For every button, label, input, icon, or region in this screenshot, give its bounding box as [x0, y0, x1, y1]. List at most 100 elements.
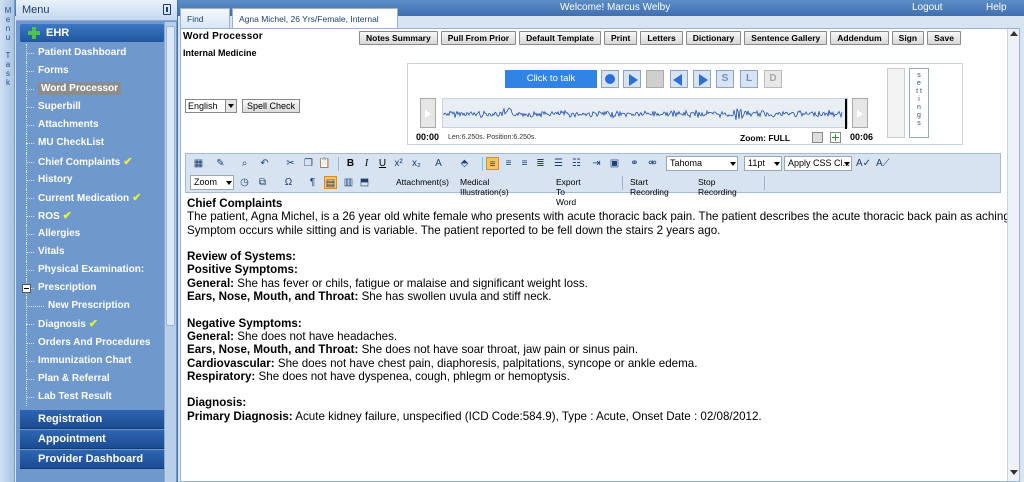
italic-icon[interactable]: I [360, 157, 373, 170]
sign-button[interactable]: Sign [891, 31, 925, 45]
sidebar-item[interactable]: Patient Dashboard [22, 44, 164, 63]
ehr-section[interactable]: EHR [20, 24, 164, 42]
subscript-icon[interactable]: x₂ [410, 157, 423, 170]
indent-icon[interactable]: ⇥ [590, 157, 603, 170]
zoom-in-button[interactable] [830, 132, 841, 143]
sidebar-item[interactable]: Chief Complaints ✔ [22, 152, 164, 171]
sidebar-item[interactable]: Immunization Chart [22, 351, 164, 370]
template-icon[interactable]: ⧉ [256, 176, 269, 189]
spellcheck-icon[interactable]: A✓ [856, 157, 871, 170]
sidebar-item[interactable]: Diagnosis ✔ [22, 315, 164, 334]
find-icon[interactable]: ⌕ [238, 157, 251, 170]
panel-scrollbar[interactable] [1007, 29, 1019, 481]
sidebar-scrollbar[interactable] [164, 22, 176, 482]
sidebar-item[interactable]: ROS ✔ [22, 206, 164, 226]
font-size-select[interactable]: 11pt [744, 156, 782, 171]
bold-icon[interactable]: B [344, 157, 357, 170]
sidebar-item[interactable]: Physical Examination: [22, 261, 164, 280]
paint-icon[interactable]: ✎ [214, 157, 227, 170]
spell-check-button[interactable]: Spell Check [242, 99, 301, 113]
align-center-icon[interactable]: ≡ [502, 157, 515, 170]
sidebar-item[interactable]: Prescription [22, 279, 164, 298]
sentence-gallery-button[interactable]: Sentence Gallery [744, 31, 828, 45]
omega-icon[interactable]: Ω [282, 176, 295, 189]
edit-mode-icon[interactable]: ▤ [324, 176, 337, 189]
waveform-right-button[interactable] [852, 98, 868, 128]
addendum-button[interactable]: Addendum [830, 31, 889, 45]
sidebar-item[interactable]: Word Processor [22, 80, 164, 99]
sidebar-item[interactable]: Orders And Procedures [22, 333, 164, 352]
volume-slider[interactable] [887, 68, 905, 138]
document-editor[interactable]: Chief Complaints The patient, Agna Miche… [187, 197, 1013, 423]
notes-icon[interactable]: ▥ [342, 176, 355, 189]
justify-icon[interactable]: ≣ [534, 157, 547, 170]
dictionary-button[interactable]: Dictionary [685, 31, 742, 45]
undo-icon[interactable]: ↶ [258, 157, 271, 170]
copy-icon[interactable]: ❐ [302, 157, 315, 170]
l-button[interactable]: L [740, 70, 758, 88]
pull-from-prior-button[interactable]: Pull From Prior [440, 31, 517, 45]
medical-illustrations-link[interactable]: Medical Illustration(s) [460, 177, 509, 197]
link-icon[interactable]: ⚭ [628, 157, 641, 170]
letters-button[interactable]: Letters [640, 31, 683, 45]
d-button[interactable]: D [764, 70, 782, 88]
paragraph-icon[interactable]: ¶ [306, 176, 319, 189]
chevron-down-icon[interactable] [225, 100, 236, 112]
align-left-icon[interactable]: ≡ [486, 157, 499, 170]
css-class-select[interactable]: Apply CSS Cl... [784, 156, 852, 171]
record-icon[interactable] [601, 70, 619, 88]
ordered-list-icon[interactable]: ☰ [552, 157, 565, 170]
sidebar-item[interactable]: Lab Test Result [22, 387, 164, 406]
stop-icon[interactable] [646, 70, 664, 88]
cut-icon[interactable]: ✂ [284, 157, 297, 170]
sidebar-item[interactable]: History [22, 170, 164, 189]
sidebar-item[interactable]: Allergies [22, 224, 164, 244]
language-select[interactable]: English [185, 99, 237, 113]
rewind-icon[interactable] [670, 70, 688, 88]
forward-icon[interactable] [693, 70, 711, 88]
section-appointment[interactable]: Appointment [20, 430, 164, 449]
scroll-up-icon[interactable] [1010, 31, 1018, 36]
paste-icon[interactable]: 📋 [318, 157, 331, 170]
scroll-down-icon[interactable] [1010, 470, 1018, 475]
bullet-list-icon[interactable]: ☷ [570, 157, 583, 170]
sidebar-item[interactable]: Superbill [22, 98, 164, 117]
sidebar-item[interactable]: Attachments [22, 116, 164, 135]
click-to-talk-button[interactable]: Click to talk [505, 70, 597, 88]
unlink-icon[interactable]: ⚮ [646, 157, 659, 170]
waveform-left-button[interactable] [420, 98, 436, 128]
sidebar-item[interactable]: Current Medication ✔ [22, 188, 164, 207]
start-recording-link[interactable]: Start Recording [630, 177, 669, 197]
font-color-icon[interactable]: A [432, 157, 445, 170]
play-icon[interactable] [623, 70, 641, 88]
image-icon[interactable]: ▣ [608, 157, 621, 170]
format-icon[interactable]: A⟋ [876, 157, 890, 170]
underline-icon[interactable]: U [376, 157, 389, 170]
waveform[interactable] [442, 98, 848, 129]
tab-patient[interactable]: Agna Michel, 26 Yrs/Female, Internal Med… [232, 8, 398, 44]
print-button[interactable]: Print [603, 31, 638, 45]
sidebar-item[interactable]: Vitals [22, 243, 164, 262]
settings-button[interactable]: s e t t i n g s [909, 68, 929, 138]
sidebar-item[interactable]: Plan & Referral [22, 369, 164, 388]
sidebar-item[interactable]: MU CheckList [22, 134, 164, 153]
highlight-icon[interactable]: ⬘ [458, 157, 471, 170]
notes-summary-button[interactable]: Notes Summary [359, 31, 438, 45]
stop-recording-link[interactable]: Stop Recording [698, 177, 737, 197]
table-icon[interactable]: ▦ [192, 157, 205, 170]
scroll-thumb[interactable] [166, 26, 175, 326]
zoom-out-button[interactable] [812, 132, 823, 143]
sidebar-item[interactable]: New Prescription [22, 297, 164, 316]
default-template-button[interactable]: Default Template [519, 31, 601, 45]
pin-icon[interactable] [163, 4, 171, 15]
save-doc-icon[interactable]: ⬒ [358, 176, 371, 189]
collapse-icon[interactable] [22, 284, 31, 294]
zoom-select[interactable]: Zoom [190, 175, 234, 190]
font-family-select[interactable]: Tahoma [666, 156, 738, 171]
align-right-icon[interactable]: ≡ [518, 157, 531, 170]
s-button[interactable]: S [716, 70, 734, 88]
section-registration[interactable]: Registration [20, 410, 164, 429]
section-provider-dashboard[interactable]: Provider Dashboard [20, 450, 164, 469]
attachments-link[interactable]: Attachment(s) [396, 177, 449, 187]
clock-icon[interactable]: ◷ [238, 176, 251, 189]
